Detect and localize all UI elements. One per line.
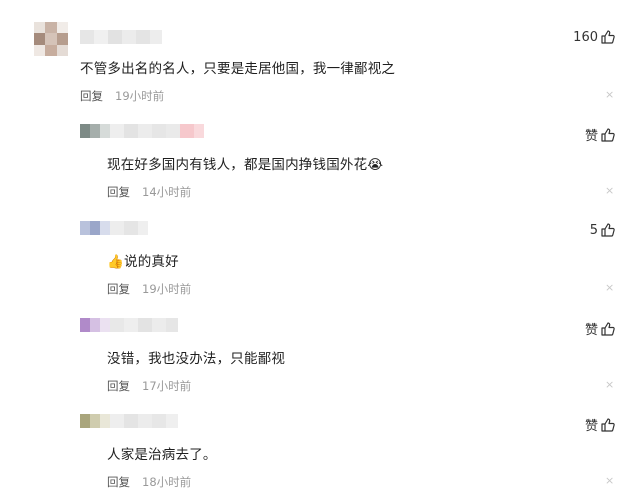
like-count: 5 xyxy=(589,222,598,238)
comment-meta: 回复 19小时前 xyxy=(107,281,191,297)
comment-meta: 回复 17小时前 xyxy=(107,378,191,394)
reply-user-blurred[interactable] xyxy=(80,221,148,235)
comment-meta: 回复 14小时前 xyxy=(107,184,191,200)
reply-user-blurred[interactable] xyxy=(80,318,178,332)
like-button[interactable]: 赞 xyxy=(585,125,616,144)
like-button[interactable]: 5 xyxy=(590,222,616,238)
reply-button[interactable]: 回复 xyxy=(107,185,130,199)
timestamp: 18小时前 xyxy=(142,475,192,489)
timestamp: 19小时前 xyxy=(115,89,165,103)
close-icon[interactable]: × xyxy=(605,474,614,487)
comment-text: 没错，我也没办法，只能鄙视 xyxy=(107,351,286,367)
reply-button[interactable]: 回复 xyxy=(107,379,130,393)
reply-user-blurred[interactable] xyxy=(80,414,178,428)
thumbs-up-icon xyxy=(601,223,615,237)
reply-user-blurred[interactable] xyxy=(80,124,204,138)
like-button[interactable]: 赞 xyxy=(585,415,616,434)
comment-text: 现在好多国内有钱人，都是国内挣钱国外花😭 xyxy=(107,157,384,173)
reply-button[interactable]: 回复 xyxy=(107,475,130,489)
comment-meta: 回复 18小时前 xyxy=(107,474,191,490)
like-button[interactable]: 赞 xyxy=(585,319,616,338)
timestamp: 17小时前 xyxy=(142,379,192,393)
close-icon[interactable]: × xyxy=(605,184,614,197)
thumbs-up-icon xyxy=(601,30,615,44)
timestamp: 14小时前 xyxy=(142,185,192,199)
like-label: 赞 xyxy=(584,129,598,144)
like-label: 赞 xyxy=(584,323,598,338)
close-icon[interactable]: × xyxy=(605,88,614,101)
username-blurred[interactable] xyxy=(80,30,162,44)
like-button[interactable]: 160 xyxy=(573,29,616,45)
comment-text: 不管多出名的名人，只要是走居他国，我一律鄙视之 xyxy=(80,61,396,77)
thumbs-up-icon xyxy=(601,321,615,336)
timestamp: 19小时前 xyxy=(142,282,192,296)
thumbs-up-icon xyxy=(601,127,615,142)
like-count: 160 xyxy=(573,29,598,45)
avatar[interactable] xyxy=(34,22,68,56)
thumbs-up-icon xyxy=(601,417,615,432)
reply-button[interactable]: 回复 xyxy=(107,282,130,296)
close-icon[interactable]: × xyxy=(605,281,614,294)
comment-text: 👍说的真好 xyxy=(107,254,179,270)
close-icon[interactable]: × xyxy=(605,378,614,391)
reply-button[interactable]: 回复 xyxy=(80,89,103,103)
comment-meta: 回复 19小时前 xyxy=(80,88,164,104)
comment-text: 人家是治病去了。 xyxy=(107,447,217,463)
like-label: 赞 xyxy=(584,419,598,434)
